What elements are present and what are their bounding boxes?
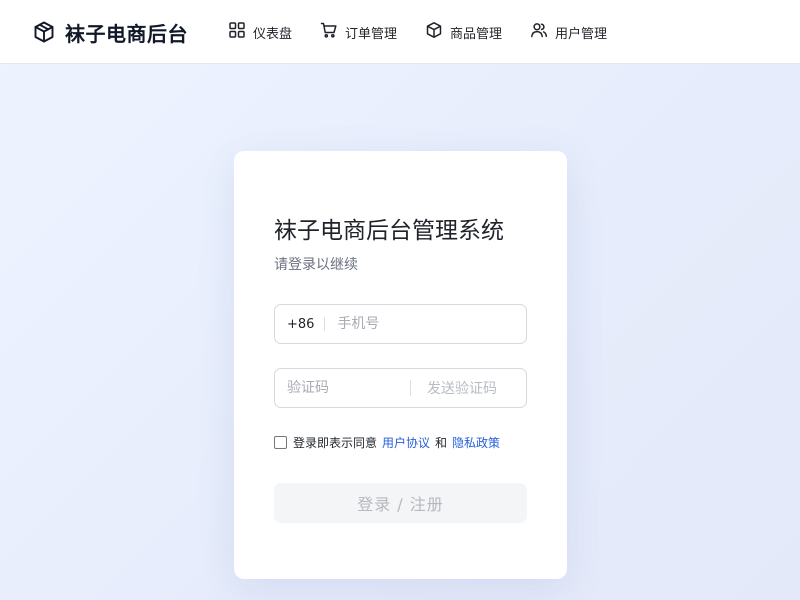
nav-label-dashboard: 仪表盘: [253, 26, 293, 42]
phone-input[interactable]: [337, 306, 518, 342]
nav-item-users[interactable]: 用户管理: [530, 21, 607, 43]
brand-name: 袜子电商后台: [65, 21, 188, 46]
privacy-policy-link[interactable]: 隐私政策: [452, 434, 500, 451]
nav-label-users: 用户管理: [555, 26, 608, 42]
verification-code-field: 发送验证码: [274, 368, 527, 408]
agreement-checkbox[interactable]: [274, 435, 287, 449]
login-register-button[interactable]: 登录 / 注册: [274, 483, 527, 523]
send-code-button[interactable]: 发送验证码: [427, 378, 497, 398]
phone-field: +86: [274, 304, 527, 344]
shopping-cart-icon: [320, 21, 338, 43]
top-navigation-bar: 袜子电商后台 仪表盘 订单管理 商品管理 用户管理: [0, 0, 800, 64]
agreement-text: 登录即表示同意: [293, 435, 378, 450]
country-code[interactable]: +86: [275, 317, 314, 332]
verification-code-input[interactable]: [275, 370, 410, 406]
main-nav: 仪表盘 订单管理 商品管理 用户管理: [228, 20, 635, 44]
agreement-row: 登录即表示同意 用户协议 和 隐私政策: [274, 433, 500, 451]
login-subtitle: 请登录以继续: [274, 257, 358, 273]
prefix-divider: [324, 317, 326, 331]
nav-item-orders[interactable]: 订单管理: [320, 21, 397, 43]
dashboard-grid-icon: [228, 21, 246, 43]
login-card: 袜子电商后台管理系统 请登录以继续 +86 发送验证码 登录即表示同意 用户协议…: [234, 151, 567, 579]
agreement-and-text: 和: [435, 435, 448, 450]
nav-item-dashboard[interactable]: 仪表盘: [228, 21, 292, 43]
code-divider: [410, 380, 411, 396]
nav-label-products: 商品管理: [450, 26, 503, 42]
nav-label-orders: 订单管理: [345, 26, 398, 42]
box-icon: [425, 21, 443, 43]
nav-item-products[interactable]: 商品管理: [425, 21, 502, 43]
users-icon: [530, 21, 548, 43]
cube-icon: [32, 20, 56, 44]
user-agreement-link[interactable]: 用户协议: [382, 434, 430, 451]
login-title: 袜子电商后台管理系统: [274, 218, 504, 244]
brand[interactable]: 袜子电商后台: [32, 18, 188, 46]
